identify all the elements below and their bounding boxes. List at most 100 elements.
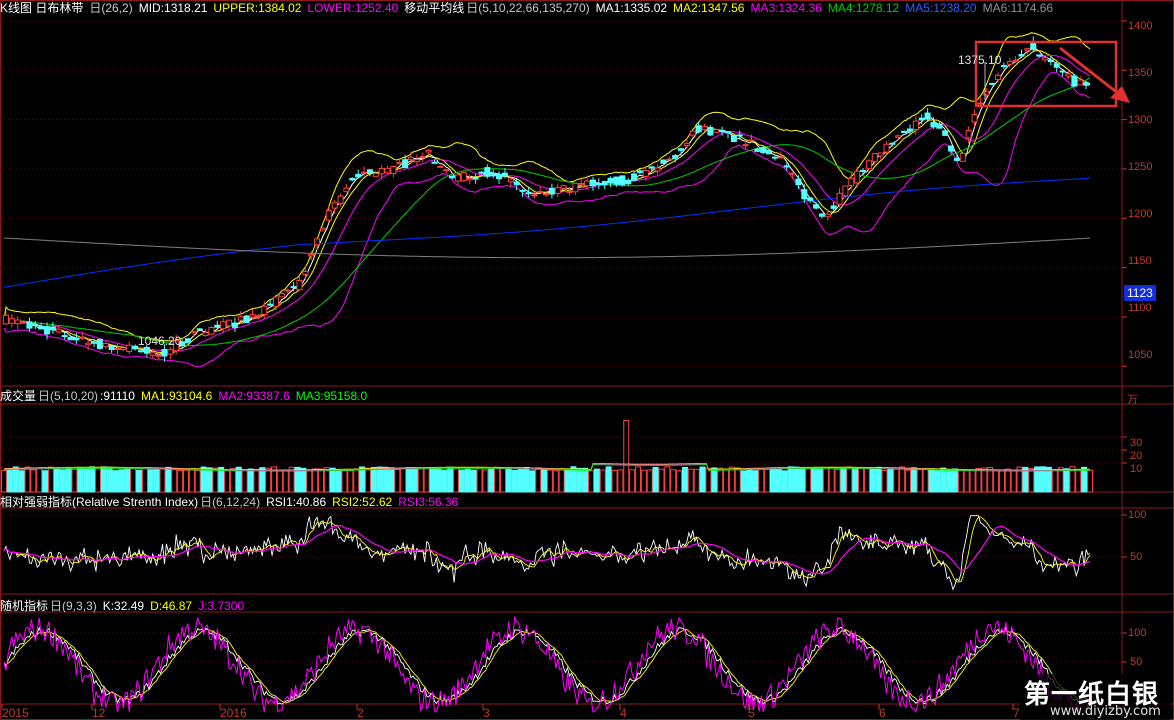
volume-bar	[875, 466, 882, 493]
volume-bar	[723, 468, 730, 493]
candle-up	[560, 185, 567, 189]
volume-bar	[165, 466, 172, 493]
ma3-value: MA3:1324.36	[750, 1, 822, 15]
candle-down	[1000, 65, 1007, 68]
volume-bar	[582, 467, 589, 493]
kdj-k-value: K:32.49	[102, 599, 145, 613]
volume-bar	[59, 469, 66, 493]
candle-up	[149, 351, 156, 356]
volume-bar	[370, 466, 377, 493]
date-label-2016: 2016	[220, 706, 247, 720]
candle-up	[220, 321, 227, 330]
candle-down	[513, 181, 520, 186]
volume-bar	[65, 467, 72, 493]
candle-up	[995, 74, 1002, 81]
date-label-12: 12	[92, 706, 106, 720]
candle-up	[848, 177, 855, 186]
volume-bar	[1087, 469, 1093, 493]
volume-bar	[1004, 468, 1011, 493]
candle-up	[425, 149, 432, 153]
volume-bar	[276, 470, 283, 493]
candle-up	[836, 192, 843, 205]
volume-bar	[646, 469, 653, 493]
candle-down	[801, 189, 808, 200]
low-price-label: 1046.20	[138, 334, 182, 348]
volume-bar	[640, 469, 647, 493]
price-tick-1400: 1400	[1128, 20, 1153, 32]
candle-up	[20, 321, 27, 324]
candle-down	[613, 176, 620, 185]
volume-bar	[511, 469, 518, 493]
volume-bar	[828, 466, 835, 493]
main-panel-header: K线图 日布林带 日(26,2) MID:1318.21 UPPER:1384.02 L…	[0, 0, 1059, 16]
candle-up	[314, 238, 321, 246]
candle-down	[936, 123, 943, 129]
candle-down	[49, 326, 56, 331]
volume-tick-30: 30	[1130, 437, 1143, 449]
volume-bar	[711, 467, 718, 493]
candle-up	[1006, 61, 1013, 65]
volume-bar	[734, 467, 741, 493]
candle-up	[507, 178, 514, 183]
volume-bar	[752, 470, 759, 493]
rsi2-value: RSI2:52.62	[332, 495, 393, 509]
volume-bar	[42, 470, 49, 493]
volume-value: :91110	[100, 389, 135, 403]
volume-bar	[83, 468, 90, 493]
volume-bar	[869, 467, 876, 493]
volume-bar	[218, 466, 225, 493]
candle-up	[865, 160, 872, 170]
candle-down	[96, 338, 103, 349]
volume-bar	[206, 467, 213, 493]
volume-bar	[969, 469, 976, 493]
candle-down	[672, 155, 679, 159]
date-label-5: 5	[748, 706, 755, 720]
candle-up	[396, 162, 403, 165]
candle-down	[771, 156, 778, 159]
volume-bar	[899, 466, 906, 493]
chart-stage[interactable]: K线图 日布林带 日(26,2) MID:1318.21 UPPER:1384.02 L…	[0, 0, 1174, 720]
ma-params: 日(5,10,22,66,135,270)	[466, 1, 590, 15]
candle-up	[261, 305, 268, 315]
candle-up	[578, 183, 585, 186]
volume-bar	[564, 468, 571, 493]
volume-bar	[1063, 468, 1070, 493]
candle-down	[61, 335, 68, 338]
current-price-badge: 1123	[1124, 285, 1156, 301]
volume-bar	[746, 468, 753, 493]
candle-down	[918, 117, 925, 121]
volume-bar	[12, 466, 19, 493]
candle-down	[449, 175, 456, 179]
volume-bar	[347, 470, 354, 493]
candle-down	[548, 187, 555, 195]
candle-up	[460, 172, 467, 182]
candle-down	[1030, 41, 1037, 51]
candle-down	[906, 128, 913, 132]
candle-up	[824, 213, 831, 218]
volume-bar	[282, 469, 289, 493]
candle-down	[67, 336, 74, 341]
volume-bar	[541, 468, 548, 493]
ma-title: 移动平均线	[404, 1, 465, 15]
kdj-params: 日(9,3,3)	[50, 599, 97, 613]
volume-bar	[922, 468, 929, 493]
candle-down	[953, 157, 960, 161]
candle-up	[337, 195, 344, 204]
volume-bar	[940, 467, 947, 493]
volume-bar	[423, 467, 430, 493]
volume-bar	[406, 467, 413, 493]
volume-bar	[458, 469, 465, 493]
volume-bar	[94, 466, 101, 493]
rsi1-value: RSI1:40.86	[266, 495, 327, 509]
candle-down	[91, 341, 98, 344]
candle-up	[208, 327, 215, 335]
volume-bar	[998, 470, 1005, 493]
candle-down	[783, 165, 790, 168]
candle-down	[795, 178, 802, 186]
candle-up	[789, 172, 796, 175]
volume-bar	[124, 468, 131, 493]
volume-bar	[546, 469, 553, 493]
candle-down	[989, 82, 996, 85]
candle-down	[38, 325, 45, 330]
candle-down	[184, 338, 191, 343]
